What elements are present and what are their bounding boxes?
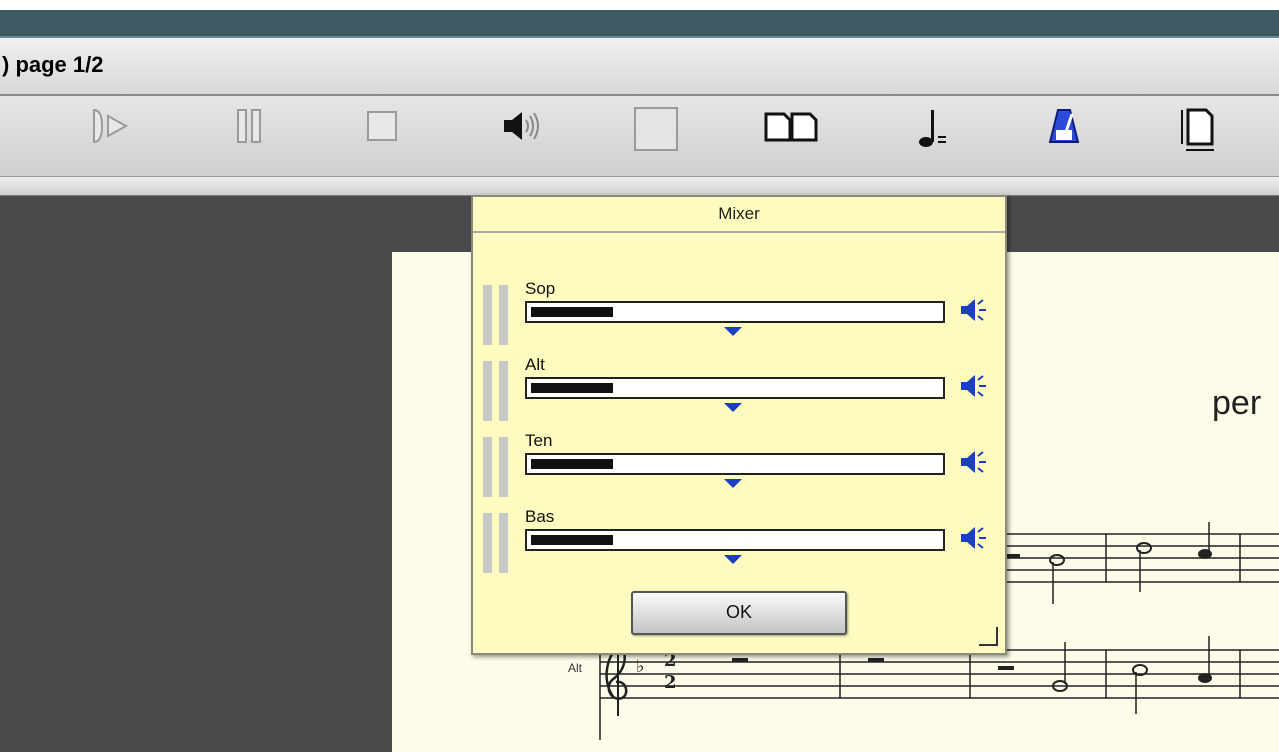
channel-label: Ten	[525, 431, 553, 450]
two-pages-icon	[764, 112, 818, 142]
speaker-icon[interactable]	[959, 371, 989, 401]
staff-label: Alt	[568, 661, 583, 675]
toolbar	[0, 96, 1279, 177]
mixer-title: Mixer	[473, 197, 1005, 233]
pause-icon	[237, 109, 261, 143]
page-header: ) page 1/2	[0, 38, 1279, 96]
play-button[interactable]	[80, 106, 140, 164]
volume-fill	[531, 307, 613, 317]
play-icon	[93, 108, 129, 144]
mixer-channel-sop: Sop	[473, 279, 1005, 357]
svg-text:2: 2	[664, 672, 677, 693]
speaker-icon[interactable]	[959, 295, 989, 325]
volume-slider[interactable]	[525, 529, 945, 551]
drag-handle[interactable]	[483, 513, 509, 573]
resize-grip-icon[interactable]	[977, 625, 999, 647]
drag-handle[interactable]	[483, 361, 509, 421]
channel-label: Alt	[525, 355, 545, 374]
channel-label: Sop	[525, 279, 556, 298]
pan-pointer[interactable]	[724, 327, 742, 336]
volume-fill	[531, 459, 613, 469]
metronome-icon	[1048, 109, 1080, 143]
stop-icon	[367, 111, 397, 141]
top-strip	[0, 0, 1279, 10]
window-title-bar	[0, 10, 1279, 38]
pan-pointer[interactable]	[724, 479, 742, 488]
mixer-dialog: Mixer Sop Alt Ten Bas OK	[471, 195, 1007, 655]
page-label: ) page 1/2	[2, 52, 104, 77]
volume-slider[interactable]	[525, 301, 945, 323]
blank-icon	[634, 107, 678, 151]
pan-pointer[interactable]	[724, 555, 742, 564]
svg-text:♭: ♭	[636, 656, 645, 677]
ok-button[interactable]: OK	[631, 591, 847, 635]
pan-pointer[interactable]	[724, 403, 742, 412]
stop-button[interactable]	[352, 106, 412, 164]
mixer-channel-ten: Ten	[473, 431, 1005, 509]
tempo-note-icon	[919, 110, 946, 147]
two-pages-button[interactable]	[762, 106, 822, 164]
speaker-icon[interactable]	[959, 447, 989, 477]
volume-fill	[531, 535, 613, 545]
page-size-icon	[1181, 108, 1214, 151]
mixer-channel-alt: Alt	[473, 355, 1005, 433]
volume-icon	[504, 112, 539, 140]
blank-button[interactable]	[626, 106, 686, 164]
volume-slider[interactable]	[525, 453, 945, 475]
speaker-icon[interactable]	[959, 523, 989, 553]
volume-slider[interactable]	[525, 377, 945, 399]
drag-handle[interactable]	[483, 285, 509, 345]
channel-label: Bas	[525, 507, 555, 526]
pause-button[interactable]	[218, 106, 278, 164]
metronome-button[interactable]	[1034, 106, 1094, 164]
score-text: per	[1212, 384, 1262, 422]
mixer-channel-bas: Bas	[473, 507, 1005, 585]
drag-handle[interactable]	[483, 437, 509, 497]
page-size-button[interactable]	[1168, 106, 1228, 164]
volume-fill	[531, 383, 613, 393]
tempo-button[interactable]	[904, 106, 964, 164]
ruler-strip	[0, 177, 1279, 196]
volume-button[interactable]	[492, 106, 552, 164]
